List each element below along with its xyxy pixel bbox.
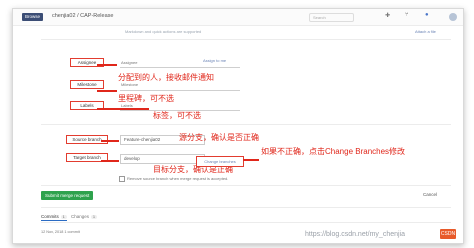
logo-badge[interactable]: Browse bbox=[22, 13, 44, 21]
labels-arrow bbox=[97, 108, 149, 110]
milestone-arrow bbox=[97, 90, 117, 92]
change-branches-button[interactable]: Change branches bbox=[196, 156, 244, 167]
assignee-value[interactable]: Assignee bbox=[121, 60, 137, 65]
tab-commits-label: Commits bbox=[41, 214, 59, 219]
remove-source-branch-row[interactable]: Remove source branch when merge request … bbox=[119, 176, 228, 182]
tab-changes-label: Changes bbox=[71, 214, 90, 219]
search-input[interactable]: Search bbox=[309, 13, 354, 22]
divider bbox=[41, 222, 451, 223]
tab-commits[interactable]: Commits 1 bbox=[41, 214, 67, 221]
remove-source-label: Remove source branch when merge request … bbox=[127, 176, 229, 182]
divider bbox=[41, 124, 451, 125]
watermark: https://blog.csdn.net/my_chenjia bbox=[305, 231, 406, 238]
plus-icon[interactable]: ✚ bbox=[385, 12, 390, 19]
top-navbar: Browse chenjia02 / CAP-Release Search ✚ … bbox=[13, 9, 463, 26]
assignee-arrow bbox=[97, 64, 117, 66]
labels-annotation: 标签，可不选 bbox=[153, 111, 201, 120]
target-arrow bbox=[101, 160, 119, 162]
change-arrow bbox=[243, 159, 259, 161]
source-arrow bbox=[101, 140, 119, 142]
breadcrumb[interactable]: chenjia02 / CAP-Release bbox=[52, 13, 113, 19]
markdown-hint: Markdown and quick actions are supported bbox=[125, 29, 202, 34]
divider bbox=[41, 185, 451, 186]
remove-source-checkbox[interactable] bbox=[119, 176, 125, 182]
changes-count-badge: 1 bbox=[91, 215, 97, 219]
tab-changes[interactable]: Changes 1 bbox=[71, 214, 97, 219]
merge-icon[interactable]: ⑂ bbox=[405, 12, 409, 18]
milestone-label: Milestone bbox=[70, 80, 104, 89]
change-annotation: 如果不正确，点击Change Branches修改 bbox=[261, 147, 406, 156]
attach-file-link[interactable]: Attach a file bbox=[415, 29, 436, 34]
cancel-button[interactable]: Cancel bbox=[423, 192, 437, 197]
assign-to-me-link[interactable]: Assign to me bbox=[203, 58, 226, 63]
screenshot-frame: Browse chenjia02 / CAP-Release Search ✚ … bbox=[12, 8, 464, 244]
commit-timestamp: 12 Nov, 2018 1 commit bbox=[41, 230, 80, 234]
bell-icon[interactable]: ● bbox=[425, 12, 429, 18]
divider bbox=[41, 39, 451, 40]
divider bbox=[41, 207, 451, 208]
milestone-underline bbox=[120, 90, 240, 91]
milestone-value[interactable]: Milestone bbox=[121, 82, 138, 87]
source-annotation: 源分支，确认是否正确 bbox=[179, 133, 259, 142]
csdn-logo: CSDN bbox=[440, 229, 456, 239]
avatar[interactable] bbox=[449, 13, 457, 21]
assignee-label: Assignee bbox=[70, 58, 104, 67]
commits-count-badge: 1 bbox=[60, 215, 67, 219]
assignee-underline bbox=[120, 67, 240, 68]
submit-merge-request-button[interactable]: Submit merge request bbox=[41, 191, 94, 200]
target-branch-select[interactable]: develop bbox=[120, 154, 205, 164]
